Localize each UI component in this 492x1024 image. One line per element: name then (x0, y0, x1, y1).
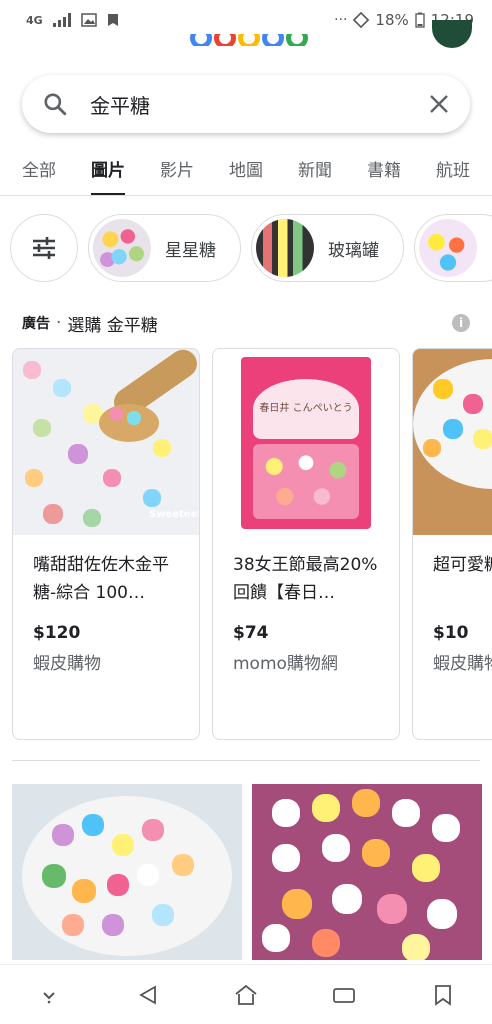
search-tabs: 全部 圖片 影片 地圖 新聞 書籍 航班 (0, 150, 492, 196)
google-logo[interactable] (190, 34, 310, 46)
product-price: $74 (233, 623, 269, 643)
image-result[interactable] (12, 784, 242, 960)
more-icon: ··· (334, 12, 348, 28)
image-icon (80, 13, 97, 27)
product-image: Sweeteeth (13, 349, 199, 535)
tab-videos[interactable]: 影片 (160, 150, 194, 195)
watermark: Sweeteeth (149, 509, 199, 520)
clear-icon[interactable] (428, 93, 450, 115)
avatar[interactable] (432, 20, 472, 48)
tab-maps[interactable]: 地圖 (229, 150, 263, 195)
hide-keyboard-icon[interactable] (29, 975, 69, 1015)
chip-label: 星星糖 (165, 240, 216, 261)
product-card[interactable]: Sweeteeth 嘴甜甜佐佐木金平糖-綜合 100… $120 蝦皮購物 (12, 348, 200, 740)
product-price: $120 (33, 623, 81, 643)
chip-star-candy[interactable]: 星星糖 (88, 214, 241, 282)
package-label: 春日井 こんぺいとう (253, 379, 359, 439)
filter-button[interactable] (10, 214, 78, 282)
product-card[interactable]: 超可愛糖 星星 $10 蝦皮購物 (412, 348, 492, 740)
chip-thumbnail (419, 219, 477, 277)
product-store: 蝦皮購物 (433, 654, 492, 674)
signal-icon (52, 13, 71, 27)
nfc-icon (353, 12, 370, 28)
suggestion-chips: 星星糖 玻璃罐 (10, 214, 492, 284)
product-title: 嘴甜甜佐佐木金平糖-綜合 100… (33, 555, 169, 603)
product-image: 春日井 こんぺいとう (213, 349, 399, 535)
product-card[interactable]: 春日井 こんぺいとう 38女王節最高20%回饋【春日… $74 momo購物網 (212, 348, 400, 740)
tab-all[interactable]: 全部 (22, 150, 56, 195)
back-icon[interactable] (128, 975, 168, 1015)
tune-icon (33, 237, 55, 259)
ads-title: 選購 金平糖 (67, 315, 158, 336)
bookmark-nav-icon[interactable] (423, 975, 463, 1015)
image-results (12, 784, 492, 960)
product-store: 蝦皮購物 (33, 654, 101, 674)
battery-icon (415, 12, 425, 28)
product-carousel: Sweeteeth 嘴甜甜佐佐木金平糖-綜合 100… $120 蝦皮購物 春日… (12, 348, 492, 740)
search-input[interactable]: 金平糖 (90, 90, 428, 119)
search-icon[interactable] (42, 91, 68, 117)
divider (12, 760, 480, 761)
info-icon[interactable]: i (452, 314, 470, 332)
chip-glass-jar[interactable]: 玻璃罐 (251, 214, 404, 282)
ads-separator: · (56, 313, 62, 333)
ads-header: 廣告 · 選購 金平糖 i (22, 308, 470, 338)
chip-thumbnail (256, 219, 314, 277)
tab-books[interactable]: 書籍 (367, 150, 401, 195)
system-nav-bar (0, 964, 492, 1024)
home-icon[interactable] (226, 975, 266, 1015)
network-4g-icon: 4G (26, 13, 43, 27)
image-result[interactable] (252, 784, 482, 960)
tab-flights[interactable]: 航班 (436, 150, 470, 195)
product-title: 超可愛糖 星星 (433, 555, 492, 575)
chip-label: 玻璃罐 (328, 240, 379, 261)
product-price: $10 (433, 623, 469, 643)
chip-thumbnail (93, 219, 151, 277)
battery-percent: 18% (375, 11, 409, 29)
chip-more[interactable] (414, 214, 492, 282)
bookmark-icon (107, 14, 118, 26)
tab-news[interactable]: 新聞 (298, 150, 332, 195)
recents-icon[interactable] (324, 975, 364, 1015)
search-box[interactable]: 金平糖 (22, 75, 470, 133)
product-store: momo購物網 (233, 654, 338, 674)
product-title: 38女王節最高20%回饋【春日… (233, 555, 378, 603)
ads-label: 廣告 (22, 316, 50, 332)
product-image (413, 349, 492, 535)
tab-images[interactable]: 圖片 (91, 150, 125, 195)
